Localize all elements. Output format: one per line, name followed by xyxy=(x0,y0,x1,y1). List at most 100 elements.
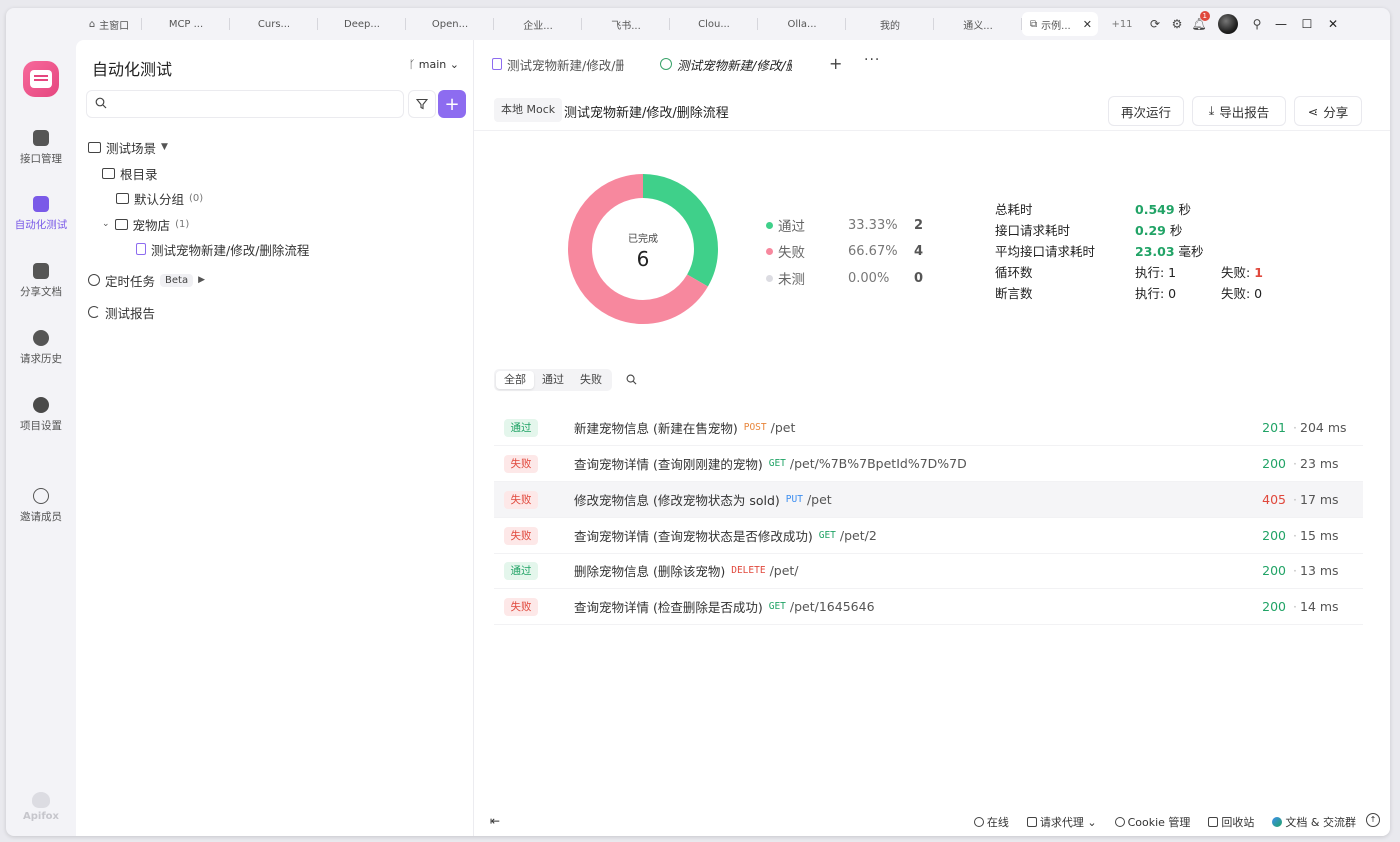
gear-icon[interactable]: ⚙ xyxy=(1166,13,1188,35)
branch-selector[interactable]: ᚴ main ⌄ xyxy=(409,58,459,71)
tab-enterprise[interactable]: 企业... xyxy=(494,12,582,36)
rail-item-automation[interactable]: 自动化测试 xyxy=(6,196,76,232)
tab-example[interactable]: ⧉ 示例... ✕ xyxy=(1022,12,1098,36)
filter-pass[interactable]: 通过 xyxy=(534,371,572,389)
step-name: 查询宠物详情 (检查删除是否成功) xyxy=(574,600,763,615)
branch-icon: ᚴ xyxy=(408,58,416,71)
result-row[interactable]: 通过 新建宠物信息 (新建在售宠物) POST/pet 201 · 204 ms xyxy=(494,410,1363,446)
step-name: 新建宠物信息 (新建在售宠物) xyxy=(574,421,738,436)
trash-link[interactable]: 回收站 xyxy=(1208,814,1254,830)
result-row[interactable]: 通过 删除宠物信息 (删除该宠物) DELETE/pet/200 · 13 ms xyxy=(494,553,1363,589)
step-name: 查询宠物详情 (查询刚刚建的宠物) xyxy=(574,457,763,472)
rail-item-invite[interactable]: 邀请成员 xyxy=(6,488,76,524)
book-icon xyxy=(33,263,49,279)
filter-all[interactable]: 全部 xyxy=(496,371,534,389)
filter-fail[interactable]: 失败 xyxy=(572,371,610,389)
tab-ollama[interactable]: Olla... xyxy=(758,12,846,36)
filter-button[interactable] xyxy=(408,90,436,118)
pin-icon[interactable]: ⚲ xyxy=(1246,13,1268,35)
automation-sidebar: 自动化测试 ᚴ main ⌄ + 测试场景 ▼ 根目录 默认分组 (0) ⌄ 宠物店(… xyxy=(76,40,474,836)
rail-item-share-docs[interactable]: 分享文档 xyxy=(6,263,76,299)
app-window: ⌂ 主窗口 MCP ... Curs... Deep... Open... 企业.… xyxy=(6,8,1390,836)
http-method: GET xyxy=(768,458,786,469)
http-method: GET xyxy=(818,530,836,541)
bell-icon[interactable]: 🔔︎ 1 xyxy=(1188,11,1210,35)
filter-icon xyxy=(416,98,428,110)
status-badge: 失败 xyxy=(504,454,538,473)
search-input[interactable] xyxy=(86,90,404,118)
minimize-button[interactable]: — xyxy=(1268,17,1294,31)
close-window-button[interactable]: ✕ xyxy=(1320,17,1346,31)
link-icon: ⧉ xyxy=(1030,18,1038,30)
refresh-icon[interactable]: ⟳ xyxy=(1144,13,1166,35)
tree-item-root[interactable]: 根目录 xyxy=(102,162,158,184)
more-tabs-button[interactable]: +11 xyxy=(1104,19,1140,30)
chevron-down-icon[interactable]: ⌄ xyxy=(102,219,110,229)
request-path: /pet/ xyxy=(769,563,799,578)
add-button[interactable]: + xyxy=(438,90,466,118)
response-time: 15 ms xyxy=(1300,528,1339,543)
tab-mcp[interactable]: MCP ... xyxy=(142,12,230,36)
result-row[interactable]: 失败 修改宠物信息 (修改宠物状态为 sold) PUT/pet 405 · 17 ms xyxy=(494,482,1363,518)
step-name: 查询宠物详情 (查询宠物状态是否修改成功) xyxy=(574,529,813,544)
tree-item-scenarios[interactable]: 测试场景 ▼ xyxy=(88,136,168,158)
separator: · xyxy=(1293,492,1297,507)
tab-main-window[interactable]: ⌂ 主窗口 xyxy=(76,12,142,36)
tree-item-pet-store[interactable]: ⌄ 宠物店 (1) xyxy=(102,213,189,235)
tab-mine[interactable]: 我的 xyxy=(846,12,934,36)
rail-item-api[interactable]: 接口管理 xyxy=(6,130,76,166)
alarm-icon xyxy=(88,274,100,286)
tree-item-default-group[interactable]: 默认分组 (0) xyxy=(116,187,203,209)
step-name: 删除宠物信息 (删除该宠物) xyxy=(574,564,726,579)
search-icon[interactable] xyxy=(626,374,637,385)
tab-cloud[interactable]: Clou... xyxy=(670,12,758,36)
tab-openai[interactable]: Open... xyxy=(406,12,494,36)
upgrade-icon[interactable]: ↑ xyxy=(1366,813,1380,827)
tab-flow-report[interactable]: 测试宠物新建/修改/删除流程 xyxy=(660,54,792,74)
stat-assertions: 断言数 执行: 0 失败: 0 xyxy=(995,285,1263,301)
avatar[interactable] xyxy=(1218,14,1238,34)
more-icon[interactable]: ··· xyxy=(864,52,880,68)
export-report-button[interactable]: ⤓ 导出报告 xyxy=(1192,96,1286,126)
cookie-manager[interactable]: Cookie 管理 xyxy=(1114,814,1190,830)
rail-item-settings[interactable]: 项目设置 xyxy=(6,397,76,433)
environment-tag: 本地 Mock xyxy=(494,98,563,122)
test-file-icon xyxy=(492,58,502,70)
status-code: 200 xyxy=(1262,456,1286,471)
http-method: POST xyxy=(743,422,767,433)
status-badge: 失败 xyxy=(504,526,538,545)
maximize-button[interactable]: ☐ xyxy=(1294,17,1320,31)
status-bar: ⇤ 在线 请求代理 ⌄ Cookie 管理 回收站 文档 & 交流群 ↑ xyxy=(474,806,1390,836)
tab-tongyi[interactable]: 通义... xyxy=(934,12,1022,36)
status-code: 200 xyxy=(1262,599,1286,614)
result-row[interactable]: 失败 查询宠物详情 (查询宠物状态是否修改成功) GET/pet/2 200 · 15 m… xyxy=(494,518,1363,554)
status-badge: 失败 xyxy=(504,597,538,616)
tab-feishu[interactable]: 飞书... xyxy=(582,12,670,36)
tab-flow-edit[interactable]: 测试宠物新建/修改/删除流程 xyxy=(492,54,624,74)
result-row[interactable]: 失败 查询宠物详情 (检查删除是否成功) GET/pet/1645646 200 · 14… xyxy=(494,589,1363,625)
result-row[interactable]: 失败 查询宠物详情 (查询刚刚建的宠物) GET/pet/%7B%7BpetId%7… xyxy=(494,446,1363,482)
online-status[interactable]: 在线 xyxy=(973,814,1009,830)
new-tab-button[interactable]: + xyxy=(829,54,842,73)
proxy-menu[interactable]: 请求代理 ⌄ xyxy=(1026,814,1097,830)
request-path: /pet/1645646 xyxy=(789,599,875,614)
docs-icon xyxy=(1272,817,1283,827)
request-path: /pet xyxy=(806,492,832,507)
docs-community-link[interactable]: 文档 & 交流群 xyxy=(1272,814,1356,830)
collapse-sidebar-icon[interactable]: ⇤ xyxy=(490,814,500,828)
tree-item-flow[interactable]: 测试宠物新建/修改/删除流程 xyxy=(136,238,309,260)
share-button[interactable]: ⋖ 分享 xyxy=(1294,96,1362,126)
tab-deepseek[interactable]: Deep... xyxy=(318,12,406,36)
separator: · xyxy=(1293,420,1297,435)
tree-item-reports[interactable]: 测试报告 xyxy=(88,301,155,323)
rail-item-history[interactable]: 请求历史 xyxy=(6,330,76,366)
settings-icon xyxy=(33,397,49,413)
rerun-button[interactable]: 再次运行 xyxy=(1108,96,1184,126)
status-badge: 通过 xyxy=(504,418,538,437)
close-tab-icon[interactable]: ✕ xyxy=(1083,18,1092,31)
donut-total: 6 xyxy=(636,247,650,271)
untested-dot xyxy=(766,274,773,282)
header-divider xyxy=(474,130,1390,131)
tab-cursor[interactable]: Curs... xyxy=(230,12,318,36)
tree-item-scheduled[interactable]: 定时任务 Beta ▶ xyxy=(88,269,205,291)
